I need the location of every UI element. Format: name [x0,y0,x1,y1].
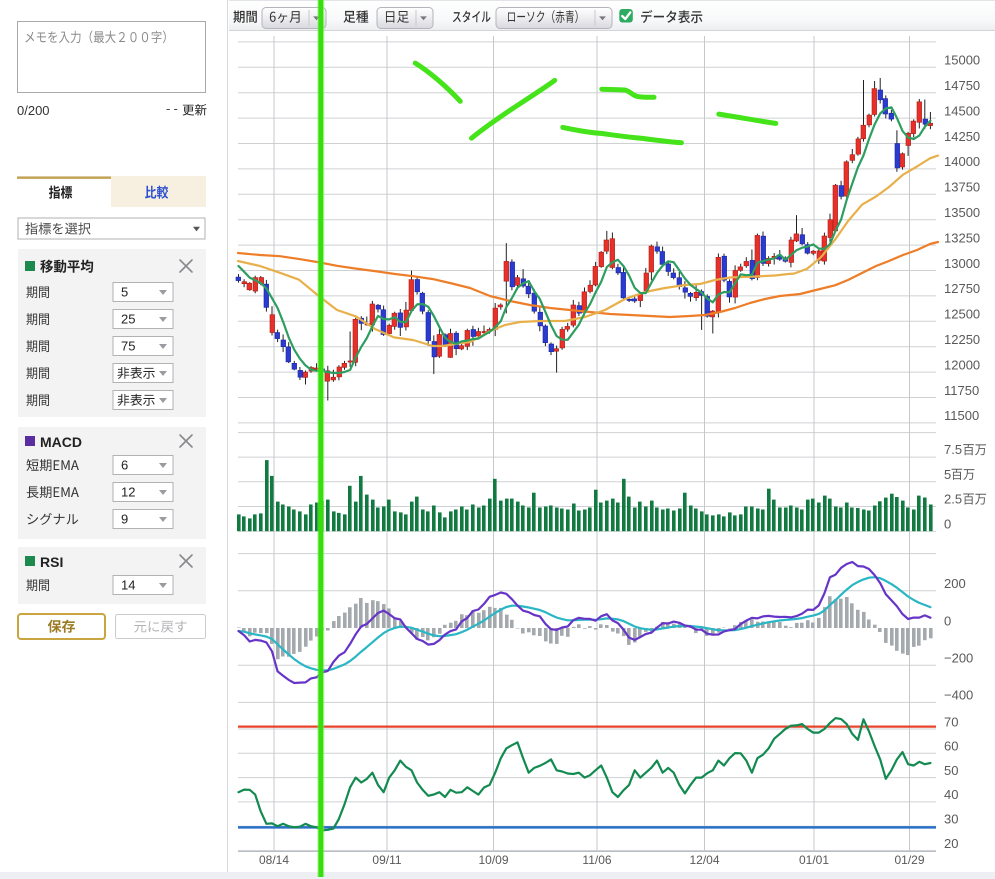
svg-text:12250: 12250 [944,332,980,347]
svg-text:01/01: 01/01 [799,853,829,867]
svg-text:9: 9 [121,512,128,527]
svg-text:30: 30 [944,812,958,827]
svg-text:12/04: 12/04 [689,853,719,867]
svg-text:40: 40 [944,787,958,802]
svg-text:12750: 12750 [944,281,980,296]
svg-text:13500: 13500 [944,205,980,220]
svg-text:70: 70 [944,714,958,729]
svg-text:60: 60 [944,739,958,754]
svg-text:11750: 11750 [944,383,979,398]
svg-text:01/29: 01/29 [894,853,924,867]
svg-text:13750: 13750 [944,180,980,195]
svg-text:5: 5 [944,467,951,482]
svg-text:14250: 14250 [944,129,980,144]
svg-text:14500: 14500 [944,103,980,118]
svg-text:14000: 14000 [944,154,980,169]
svg-text:13000: 13000 [944,256,980,271]
svg-text:0/200: 0/200 [17,103,50,118]
svg-text:RSI: RSI [40,554,63,570]
svg-text:25: 25 [121,312,135,327]
svg-text:5: 5 [121,285,128,300]
svg-text:7.5: 7.5 [944,442,962,457]
svg-text:6: 6 [121,458,128,473]
svg-text:11500: 11500 [944,408,979,423]
svg-text:10/09: 10/09 [478,853,508,867]
svg-text:14: 14 [121,578,135,593]
svg-text:0: 0 [944,516,951,531]
svg-text:-: - [166,101,170,116]
svg-text:2.5: 2.5 [944,492,962,507]
svg-text:11/06: 11/06 [582,853,611,867]
svg-text:12: 12 [121,485,135,500]
svg-text:08/14: 08/14 [259,853,289,867]
svg-text:09/11: 09/11 [372,853,401,867]
svg-text:13250: 13250 [944,230,980,245]
svg-text:−400: −400 [944,688,973,703]
svg-text:−200: −200 [944,651,973,666]
svg-text:12000: 12000 [944,357,980,372]
svg-text:200: 200 [944,576,966,591]
svg-text:20: 20 [944,836,958,851]
svg-text:-: - [174,101,178,116]
svg-text:12500: 12500 [944,307,980,322]
svg-text:75: 75 [121,339,135,354]
svg-text:0: 0 [944,613,951,628]
svg-text:50: 50 [944,763,958,778]
svg-text:15000: 15000 [944,53,980,68]
svg-text:14750: 14750 [944,78,980,93]
svg-text:MACD: MACD [40,434,82,450]
